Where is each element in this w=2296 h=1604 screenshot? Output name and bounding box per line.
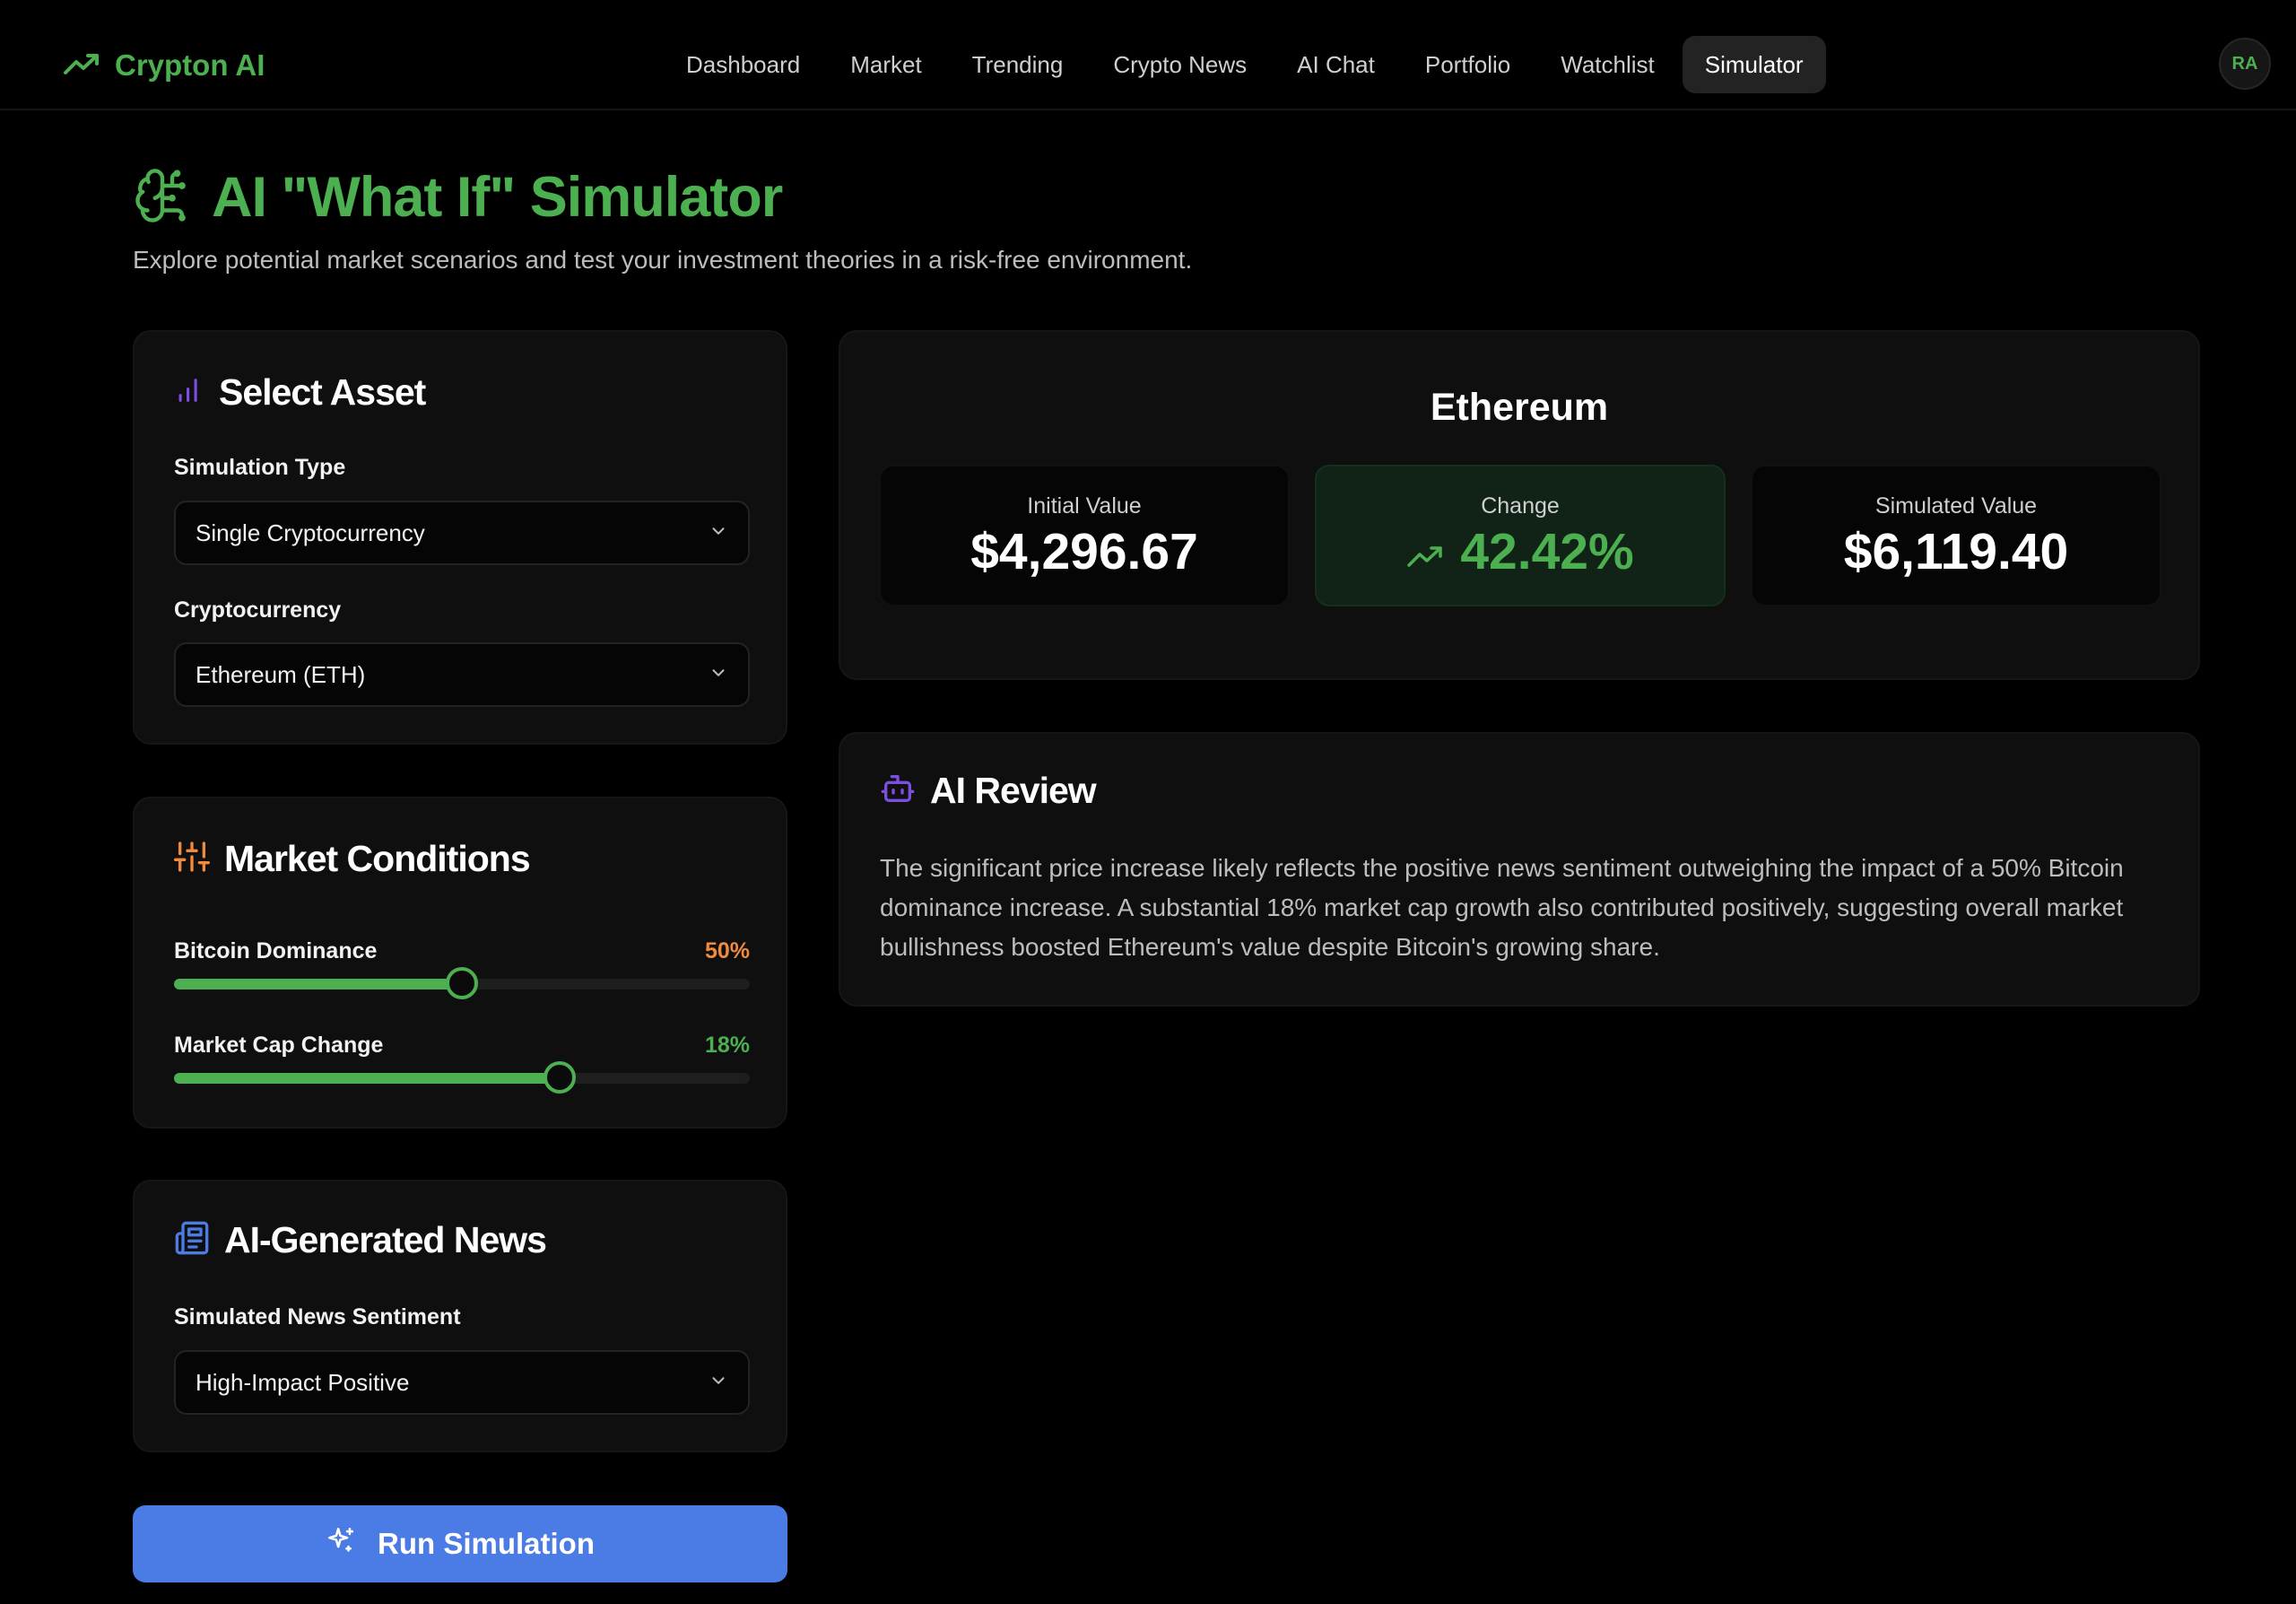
run-simulation-button[interactable]: Run Simulation <box>133 1505 787 1582</box>
market-cap-change-slider-row: Market Cap Change 18% <box>174 1033 750 1094</box>
ai-news-title: AI-Generated News <box>224 1219 547 1260</box>
change-label: Change <box>1481 493 1560 519</box>
sliders-icon <box>174 839 210 879</box>
bitcoin-dominance-fill <box>174 979 462 989</box>
market-cap-change-thumb[interactable] <box>544 1061 577 1094</box>
bitcoin-dominance-label: Bitcoin Dominance <box>174 938 378 963</box>
simulation-type-label: Simulation Type <box>174 455 346 480</box>
page-title: AI "What If" Simulator <box>212 166 783 229</box>
news-sentiment-select[interactable]: High-Impact Positive <box>174 1350 750 1415</box>
market-conditions-card: Market Conditions Bitcoin Dominance 50% … <box>133 797 787 1129</box>
select-asset-title: Select Asset <box>219 371 426 413</box>
result-asset-name: Ethereum <box>1430 386 1609 429</box>
initial-value-text: $4,296.67 <box>970 523 1198 580</box>
change-amount: 42.42% <box>1317 522 1724 581</box>
simulated-value-text: $6,119.40 <box>1843 523 2069 580</box>
brand-logo[interactable]: Crypton AI <box>63 45 265 86</box>
nav-item-simulator[interactable]: Simulator <box>1682 36 1826 93</box>
bar-chart-icon <box>174 375 204 410</box>
ai-review-title: AI Review <box>930 770 1097 811</box>
nav-item-watchlist[interactable]: Watchlist <box>1538 36 1677 93</box>
initial-value-stat: Initial Value $4,296.67 <box>879 465 1290 606</box>
ai-news-card: AI-Generated News Simulated News Sentime… <box>133 1180 787 1452</box>
user-avatar[interactable]: RA <box>2219 38 2271 90</box>
initial-value-label: Initial Value <box>1027 493 1142 519</box>
chevron-down-icon <box>709 661 728 689</box>
nav-item-dashboard[interactable]: Dashboard <box>664 36 822 93</box>
chevron-down-icon <box>709 519 728 547</box>
select-asset-header: Select Asset <box>174 371 426 414</box>
brand-name: Crypton AI <box>115 48 265 82</box>
page-header: AI "What If" Simulator Explore potential… <box>133 161 1192 275</box>
bitcoin-dominance-slider[interactable] <box>174 967 750 999</box>
market-cap-change-slider[interactable] <box>174 1061 750 1094</box>
change-value-text: 42.42% <box>1460 523 1634 580</box>
nav-item-portfolio[interactable]: Portfolio <box>1403 36 1533 93</box>
bitcoin-dominance-thumb[interactable] <box>446 967 478 999</box>
select-asset-card: Select Asset Simulation Type Single Cryp… <box>133 330 787 745</box>
bot-icon <box>880 771 916 811</box>
simulation-result-card: Ethereum Initial Value $4,296.67 Change … <box>839 330 2200 680</box>
brain-icon <box>133 166 192 230</box>
nav-item-market[interactable]: Market <box>828 36 944 93</box>
page-subtitle: Explore potential market scenarios and t… <box>133 246 1193 274</box>
simulation-type-value: Single Cryptocurrency <box>196 519 425 546</box>
bitcoin-dominance-slider-row: Bitcoin Dominance 50% <box>174 938 750 999</box>
simulated-value-stat: Simulated Value $6,119.40 <box>1751 465 2161 606</box>
simulated-value-amount: $6,119.40 <box>1752 522 2160 581</box>
nav-item-trending[interactable]: Trending <box>950 36 1086 93</box>
market-cap-change-fill <box>174 1073 561 1084</box>
cryptocurrency-label: Cryptocurrency <box>174 597 342 623</box>
main-nav: Dashboard Market Trending Crypto News AI… <box>664 36 1826 93</box>
bitcoin-dominance-value: 50% <box>704 938 750 963</box>
run-simulation-label: Run Simulation <box>378 1527 595 1560</box>
cryptocurrency-value: Ethereum (ETH) <box>196 660 366 688</box>
chevron-down-icon <box>709 1369 728 1397</box>
market-cap-change-value: 18% <box>704 1033 750 1058</box>
trending-up-icon <box>1406 522 1444 581</box>
ai-review-header: AI Review <box>880 770 1097 812</box>
market-conditions-title: Market Conditions <box>224 838 531 879</box>
news-sentiment-value: High-Impact Positive <box>196 1368 410 1396</box>
nav-item-ai-chat[interactable]: AI Chat <box>1274 36 1397 93</box>
market-cap-change-label: Market Cap Change <box>174 1033 384 1058</box>
cryptocurrency-select[interactable]: Ethereum (ETH) <box>174 642 750 707</box>
ai-review-text: The significant price increase likely re… <box>880 854 2124 961</box>
news-sentiment-label: Simulated News Sentiment <box>174 1304 461 1329</box>
initial-value-amount: $4,296.67 <box>881 522 1288 581</box>
simulated-value-label: Simulated Value <box>1874 493 2038 519</box>
ai-news-header: AI-Generated News <box>174 1219 547 1261</box>
ai-review-card: AI Review The significant price increase… <box>839 732 2200 1007</box>
change-stat: Change 42.42% <box>1315 465 1726 606</box>
simulation-type-select[interactable]: Single Cryptocurrency <box>174 501 750 565</box>
trending-up-icon <box>63 51 100 81</box>
nav-item-crypto-news[interactable]: Crypto News <box>1091 36 1269 93</box>
sparkles-icon <box>326 1525 356 1563</box>
newspaper-icon <box>174 1220 210 1260</box>
market-conditions-header: Market Conditions <box>174 838 531 880</box>
top-navbar: Crypton AI Dashboard Market Trending Cry… <box>0 0 2296 110</box>
